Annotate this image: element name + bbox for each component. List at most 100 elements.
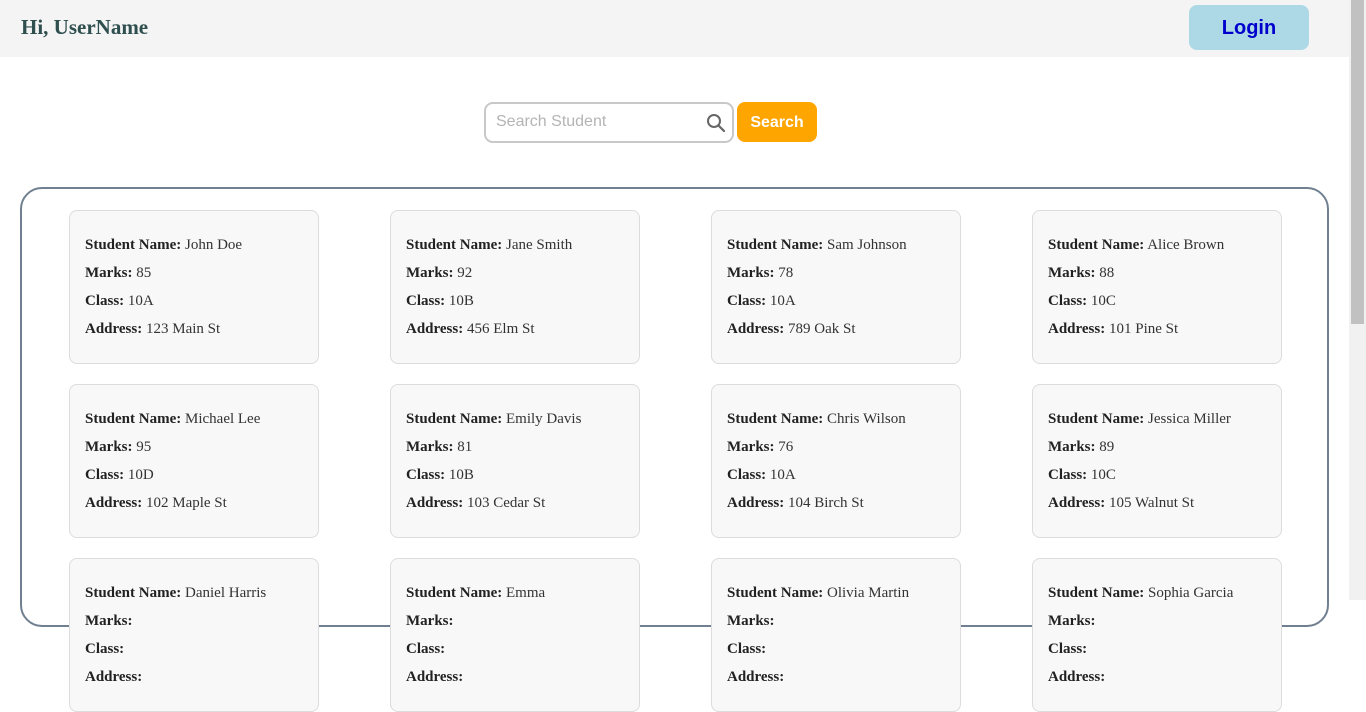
student-class-line: Class: 10C — [1048, 291, 1266, 319]
student-card: Student Name: Alice Brown Marks: 88 Class:… — [1032, 210, 1282, 364]
student-name-label: Student Name: — [727, 411, 824, 427]
student-card: Student Name: John Doe Marks: 85 Class: 10… — [69, 210, 319, 364]
student-marks-line: Marks: 78 — [727, 263, 945, 291]
student-name-label: Student Name: — [727, 585, 824, 601]
student-marks-line: Marks: — [85, 611, 303, 639]
student-address-label: Address: — [727, 669, 785, 685]
student-card: Student Name: Jessica Miller Marks: 89 Cla… — [1032, 384, 1282, 538]
student-class-line: Class: — [406, 639, 624, 667]
student-address-line: Address: — [85, 667, 303, 695]
student-marks-label: Marks: — [1048, 265, 1096, 281]
student-marks-label: Marks: — [85, 439, 133, 455]
student-class-line: Class: — [1048, 639, 1266, 667]
student-name-label: Student Name: — [727, 237, 824, 253]
student-marks-value: 85 — [136, 265, 152, 281]
student-card: Student Name: Sophia Garcia Marks: Class:… — [1032, 558, 1282, 712]
student-address-line: Address: 101 Pine St — [1048, 319, 1266, 347]
search-icon[interactable] — [706, 113, 726, 133]
search-box[interactable] — [484, 102, 734, 143]
student-class-line: Class: 10B — [406, 291, 624, 319]
student-card: Student Name: Jane Smith Marks: 92 Class: … — [390, 210, 640, 364]
student-marks-line: Marks: 95 — [85, 437, 303, 465]
student-name-value: Emma — [506, 585, 546, 601]
student-class-value: 10A — [769, 293, 796, 309]
student-marks-label: Marks: — [85, 613, 133, 629]
student-class-label: Class: — [85, 293, 125, 309]
student-address-line: Address: — [727, 667, 945, 695]
student-address-line: Address: 104 Birch St — [727, 493, 945, 521]
student-class-label: Class: — [727, 467, 767, 483]
student-name-value: Olivia Martin — [827, 585, 910, 601]
student-name-line: Student Name: Jane Smith — [406, 235, 624, 263]
student-marks-line: Marks: 85 — [85, 263, 303, 291]
search-input[interactable] — [496, 112, 696, 132]
student-name-label: Student Name: — [85, 585, 182, 601]
student-marks-label: Marks: — [85, 265, 133, 281]
student-class-value: 10A — [769, 467, 796, 483]
student-marks-value: 81 — [457, 439, 473, 455]
student-address-label: Address: — [727, 321, 785, 337]
student-name-label: Student Name: — [1048, 585, 1145, 601]
student-card: Student Name: Michael Lee Marks: 95 Class:… — [69, 384, 319, 538]
student-address-line: Address: 123 Main St — [85, 319, 303, 347]
student-marks-value: 88 — [1099, 265, 1115, 281]
student-class-label: Class: — [406, 641, 446, 657]
student-address-label: Address: — [1048, 669, 1106, 685]
login-button[interactable]: Login — [1189, 5, 1309, 50]
student-address-label: Address: — [1048, 495, 1106, 511]
student-marks-label: Marks: — [1048, 439, 1096, 455]
student-class-line: Class: 10A — [727, 291, 945, 319]
student-name-value: Alice Brown — [1147, 237, 1225, 253]
student-class-value: 10D — [127, 467, 154, 483]
student-address-value: 101 Pine St — [1108, 321, 1179, 337]
student-address-line: Address: — [406, 667, 624, 695]
student-marks-line: Marks: 88 — [1048, 263, 1266, 291]
student-address-label: Address: — [85, 669, 143, 685]
student-address-line: Address: 103 Cedar St — [406, 493, 624, 521]
student-address-value: 456 Elm St — [466, 321, 535, 337]
student-address-label: Address: — [85, 321, 143, 337]
student-address-line: Address: 456 Elm St — [406, 319, 624, 347]
student-name-line: Student Name: Daniel Harris — [85, 583, 303, 611]
student-name-line: Student Name: Sophia Garcia — [1048, 583, 1266, 611]
student-card: Student Name: Emma Marks: Class: Address: — [390, 558, 640, 712]
student-marks-line: Marks: — [1048, 611, 1266, 639]
student-class-value: 10B — [448, 467, 474, 483]
scrollbar-thumb[interactable] — [1351, 0, 1364, 324]
student-class-line: Class: 10A — [727, 465, 945, 493]
student-name-line: Student Name: Emma — [406, 583, 624, 611]
student-results-container: Student Name: John Doe Marks: 85 Class: 10… — [20, 187, 1329, 712]
search-button[interactable]: Search — [737, 102, 817, 142]
student-class-line: Class: 10B — [406, 465, 624, 493]
student-name-line: Student Name: Jessica Miller — [1048, 409, 1266, 437]
student-class-label: Class: — [1048, 641, 1088, 657]
student-address-label: Address: — [1048, 321, 1106, 337]
student-marks-line: Marks: — [406, 611, 624, 639]
student-name-line: Student Name: Olivia Martin — [727, 583, 945, 611]
student-address-value: 123 Main St — [145, 321, 221, 337]
student-marks-label: Marks: — [406, 439, 454, 455]
student-marks-line: Marks: 81 — [406, 437, 624, 465]
student-address-value: 104 Birch St — [787, 495, 864, 511]
student-marks-value: 76 — [778, 439, 794, 455]
student-class-line: Class: — [727, 639, 945, 667]
student-name-line: Student Name: Sam Johnson — [727, 235, 945, 263]
student-address-value: 102 Maple St — [145, 495, 227, 511]
student-address-label: Address: — [85, 495, 143, 511]
student-name-label: Student Name: — [1048, 411, 1145, 427]
student-class-label: Class: — [406, 293, 446, 309]
student-class-value: 10C — [1090, 293, 1116, 309]
student-marks-line: Marks: 92 — [406, 263, 624, 291]
student-name-label: Student Name: — [406, 585, 503, 601]
student-name-line: Student Name: John Doe — [85, 235, 303, 263]
student-class-label: Class: — [727, 641, 767, 657]
student-marks-label: Marks: — [406, 613, 454, 629]
student-name-value: John Doe — [185, 237, 243, 253]
student-marks-label: Marks: — [406, 265, 454, 281]
vertical-scrollbar[interactable] — [1349, 0, 1366, 600]
student-address-value: 105 Walnut St — [1108, 495, 1195, 511]
student-name-label: Student Name: — [406, 411, 503, 427]
greeting-text: Hi, UserName — [21, 15, 149, 39]
student-name-line: Student Name: Alice Brown — [1048, 235, 1266, 263]
student-name-value: Sam Johnson — [827, 237, 907, 253]
